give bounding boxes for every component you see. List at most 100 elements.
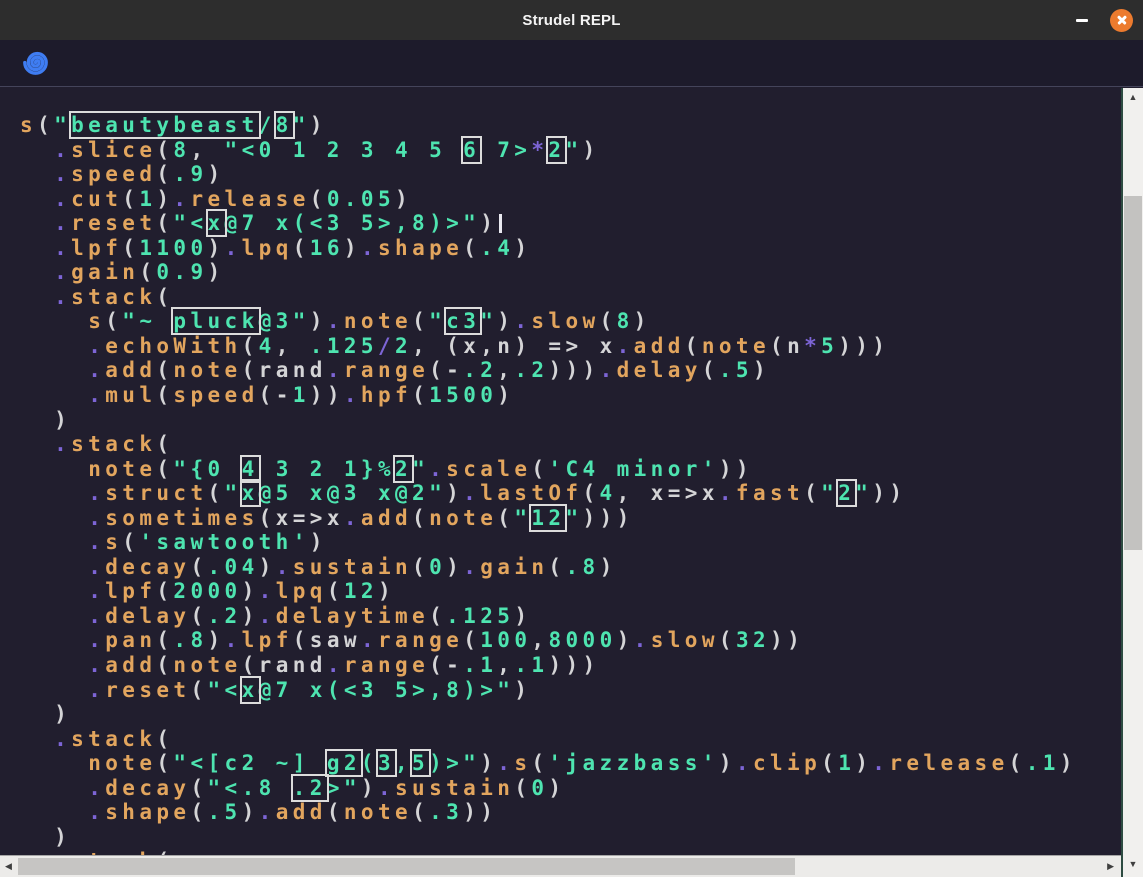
code-line[interactable]: .stack( bbox=[20, 432, 1121, 457]
code-line[interactable]: .decay("<.8 .2>").sustain(0) bbox=[20, 776, 1121, 801]
code-editor[interactable]: s("beautybeast/8") .slice(8, "<0 1 2 3 4… bbox=[0, 88, 1121, 855]
code-token: .8 bbox=[173, 628, 207, 652]
active-event-highlight: 2 bbox=[838, 481, 855, 505]
code-line[interactable]: .gain(0.9) bbox=[20, 260, 1121, 285]
code-token: "< bbox=[173, 211, 207, 235]
code-token: ) bbox=[208, 628, 225, 652]
code-token: . bbox=[327, 653, 344, 677]
code-token: ) bbox=[514, 236, 531, 260]
scroll-down-arrow-icon[interactable]: ▼ bbox=[1123, 860, 1143, 869]
code-line[interactable]: .cut(1).release(0.05) bbox=[20, 187, 1121, 212]
code-line[interactable]: .speed(.9) bbox=[20, 162, 1121, 187]
code-line[interactable]: ) bbox=[20, 825, 1121, 850]
vertical-scrollbar-thumb[interactable] bbox=[1124, 196, 1142, 550]
code-line[interactable]: .struct("x@5 x@3 x@2").lastOf(4, x=>x.fa… bbox=[20, 481, 1121, 506]
code-line[interactable]: ) bbox=[20, 408, 1121, 433]
code-token: 1 bbox=[293, 383, 310, 407]
code-token: 12 bbox=[344, 579, 378, 603]
code-line[interactable]: .add(note(rand.range(-.1,.1))) bbox=[20, 653, 1121, 678]
code-token: lpf bbox=[242, 628, 293, 652]
code-token: . bbox=[88, 383, 105, 407]
code-line[interactable]: .decay(.04).sustain(0).gain(.8) bbox=[20, 555, 1121, 580]
code-line[interactable]: note("<[c2 ~] g2(3,5)>").s('jazzbass').c… bbox=[20, 751, 1121, 776]
code-token: shape bbox=[378, 236, 463, 260]
scroll-up-arrow-icon[interactable]: ▲ bbox=[1123, 93, 1143, 102]
code-token: s bbox=[514, 751, 531, 775]
code-line[interactable]: .shape(.5).add(note(.3)) bbox=[20, 800, 1121, 825]
code-line[interactable]: .echoWith(4, .125/2, (x,n) => x.add(note… bbox=[20, 334, 1121, 359]
scroll-right-arrow-icon[interactable]: ▶ bbox=[1107, 856, 1114, 877]
code-token: ) bbox=[855, 751, 872, 775]
code-line[interactable]: .sometimes(x=>x.add(note("12"))) bbox=[20, 506, 1121, 531]
code-token: . bbox=[225, 236, 242, 260]
code-line[interactable]: .add(note(rand.range(-.2,.2))).delay(.5) bbox=[20, 358, 1121, 383]
code-token: add bbox=[361, 506, 412, 530]
close-button[interactable] bbox=[1110, 9, 1133, 32]
code-token: ( bbox=[548, 555, 565, 579]
code-token: ) bbox=[1060, 751, 1077, 775]
code-token bbox=[20, 236, 54, 260]
code-line[interactable]: .delay(.2).delaytime(.125) bbox=[20, 604, 1121, 629]
code-token: sustain bbox=[395, 776, 514, 800]
code-token: . bbox=[88, 678, 105, 702]
code-token: . bbox=[54, 187, 71, 211]
code-token: .2 bbox=[463, 358, 497, 382]
code-token: .04 bbox=[208, 555, 259, 579]
code-line[interactable]: .reset("<x@7 x(<3 5>,8)>") bbox=[20, 211, 1121, 236]
code-line[interactable]: note("{0 4 3 2 1}%2".scale('C4 minor')) bbox=[20, 457, 1121, 482]
code-token: ( bbox=[156, 138, 173, 162]
toolbar bbox=[0, 40, 1143, 87]
code-line[interactable]: ) bbox=[20, 702, 1121, 727]
code-token: . bbox=[327, 309, 344, 333]
code-token: 3 2 1}% bbox=[259, 457, 395, 481]
code-line[interactable]: .lpf(1100).lpq(16).shape(.4) bbox=[20, 236, 1121, 261]
code-token: ) bbox=[395, 187, 412, 211]
code-token bbox=[20, 727, 54, 751]
code-token: ( bbox=[821, 751, 838, 775]
code-token: . bbox=[54, 432, 71, 456]
code-token: ( bbox=[497, 506, 514, 530]
code-token: " bbox=[514, 506, 531, 530]
code-line[interactable]: .stack( bbox=[20, 285, 1121, 310]
code-line[interactable]: .pan(.8).lpf(saw.range(100,8000).slow(32… bbox=[20, 628, 1121, 653]
code-line[interactable]: .s('sawtooth') bbox=[20, 530, 1121, 555]
code-token bbox=[20, 383, 88, 407]
code-line[interactable]: .slice(8, "<0 1 2 3 4 5 6 7>*2") bbox=[20, 138, 1121, 163]
strudel-logo-icon[interactable] bbox=[21, 48, 50, 77]
code-token: speed bbox=[71, 162, 156, 186]
horizontal-scrollbar[interactable]: ◀ ▶ bbox=[0, 855, 1121, 877]
code-token: lpq bbox=[276, 579, 327, 603]
scroll-left-arrow-icon[interactable]: ◀ bbox=[5, 856, 12, 877]
code-token: slice bbox=[71, 138, 156, 162]
code-token: . bbox=[88, 579, 105, 603]
code-token: 0 bbox=[429, 555, 446, 579]
code-token bbox=[20, 506, 88, 530]
code-token bbox=[20, 408, 54, 432]
horizontal-scrollbar-thumb[interactable] bbox=[18, 858, 795, 875]
code-line[interactable]: .reset("<x@7 x(<3 5>,8)>") bbox=[20, 678, 1121, 703]
code-token: shape bbox=[105, 800, 190, 824]
code-token: ) bbox=[719, 751, 736, 775]
code-token: ( bbox=[156, 162, 173, 186]
title-bar[interactable]: Strudel REPL bbox=[0, 0, 1143, 40]
code-token bbox=[20, 628, 88, 652]
code-token: . bbox=[54, 211, 71, 235]
code-token: note bbox=[88, 751, 156, 775]
code-line[interactable]: .lpf(2000).lpq(12) bbox=[20, 579, 1121, 604]
code-line[interactable]: s("beautybeast/8") bbox=[20, 113, 1121, 138]
code-token: ( bbox=[412, 506, 429, 530]
minimize-button[interactable] bbox=[1069, 7, 1095, 33]
code-token: . bbox=[259, 579, 276, 603]
code-token: " bbox=[293, 113, 310, 137]
code-line[interactable]: .mul(speed(-1)).hpf(1500) bbox=[20, 383, 1121, 408]
code-token: ( bbox=[770, 334, 787, 358]
code-token: .125 bbox=[310, 334, 378, 358]
code-line[interactable]: s("~ pluck@3").note("c3").slow(8) bbox=[20, 309, 1121, 334]
code-token: add bbox=[105, 358, 156, 382]
code-token: . bbox=[344, 383, 361, 407]
active-event-highlight: beautybeast bbox=[71, 113, 258, 137]
code-token: note bbox=[173, 653, 241, 677]
vertical-scrollbar[interactable]: ▲ ▼ bbox=[1121, 88, 1143, 877]
code-token: ( bbox=[139, 260, 156, 284]
code-line[interactable]: .stack( bbox=[20, 727, 1121, 752]
